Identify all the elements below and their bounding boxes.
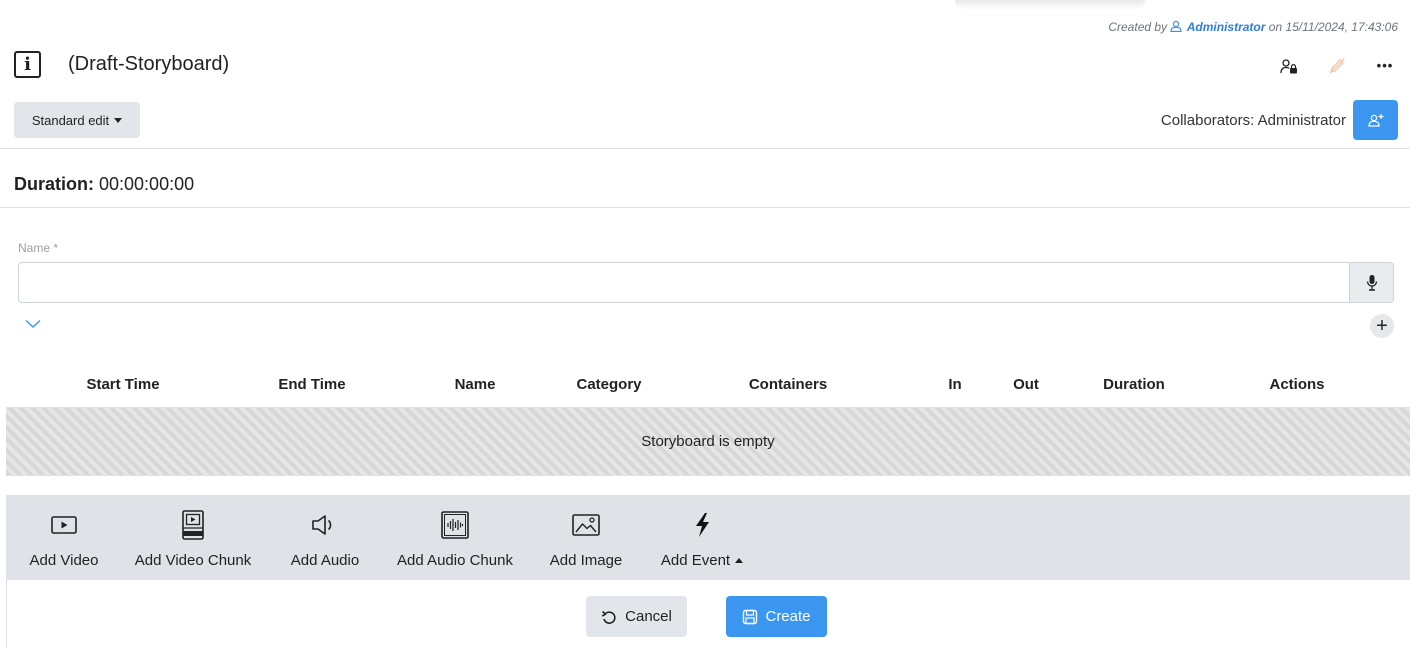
cancel-button[interactable]: Cancel [586, 596, 687, 637]
name-label-text: Name [18, 241, 51, 255]
name-input[interactable] [18, 262, 1394, 303]
user-lock-icon[interactable] [1278, 56, 1300, 76]
voice-input-button[interactable] [1349, 263, 1393, 302]
column-header-in[interactable]: In [948, 376, 961, 393]
info-icon[interactable]: i [14, 51, 41, 78]
add-collaborator-button[interactable] [1353, 100, 1398, 140]
add-event-label-wrap: Add Event [660, 552, 744, 569]
add-audio-chunk-button[interactable]: Add Audio Chunk [390, 495, 520, 580]
required-mark: * [53, 241, 59, 255]
edit-disabled-icon[interactable] [1326, 56, 1348, 76]
empty-message: Storyboard is empty [641, 433, 775, 450]
microphone-icon [1366, 274, 1377, 291]
image-icon [572, 507, 600, 543]
add-audio-label: Add Audio [290, 552, 360, 569]
top-shadow [955, 0, 1145, 10]
add-video-chunk-button[interactable]: Add Video Chunk [130, 495, 256, 580]
column-header-category[interactable]: Category [576, 376, 641, 393]
audio-chunk-icon [441, 507, 469, 543]
duration-display: Duration: 00:00:00:00 [14, 174, 194, 195]
speaker-icon [311, 507, 339, 543]
video-icon [51, 507, 77, 543]
column-header-end-time[interactable]: End Time [278, 376, 345, 393]
divider [6, 580, 7, 648]
info-glyph: i [24, 54, 31, 75]
add-video-button[interactable]: Add Video [26, 495, 102, 580]
column-header-duration[interactable]: Duration [1103, 376, 1165, 393]
create-button[interactable]: Create [726, 596, 827, 637]
video-chunk-icon [181, 507, 205, 543]
table-header: Start Time End Time Name Category Contai… [0, 376, 1410, 400]
add-media-toolbar: Add Video Add Video Chunk Add Audio Add … [6, 495, 1410, 580]
storyboard-empty-state: Storyboard is empty [6, 407, 1410, 476]
cancel-label: Cancel [625, 608, 672, 625]
duration-label: Duration: [14, 174, 94, 194]
duration-value: 00:00:00:00 [99, 174, 195, 194]
more-icon[interactable]: ••• [1374, 56, 1396, 76]
user-icon [1170, 20, 1183, 35]
undo-icon [601, 610, 616, 624]
created-by-user-link[interactable]: Administrator [1187, 20, 1266, 34]
add-image-button[interactable]: Add Image [546, 495, 626, 580]
add-event-dropdown[interactable]: Add Event [652, 495, 752, 580]
column-header-out[interactable]: Out [1013, 376, 1039, 393]
divider [0, 207, 1410, 208]
chevron-down-icon[interactable] [25, 316, 41, 334]
add-audio-chunk-label: Add Audio Chunk [397, 552, 513, 569]
column-header-containers[interactable]: Containers [749, 376, 827, 393]
edit-mode-label: Standard edit [31, 112, 110, 128]
add-user-icon [1367, 114, 1383, 127]
created-by-suffix: on 15/11/2024, 17:43:06 [1268, 20, 1398, 34]
bolt-icon [693, 507, 711, 543]
column-header-actions: Actions [1269, 376, 1325, 393]
column-header-name[interactable]: Name [455, 376, 496, 393]
edit-mode-dropdown[interactable]: Standard edit [14, 102, 140, 138]
add-video-chunk-label: Add Video Chunk [134, 552, 252, 569]
collaborators-label: Collaborators: Administrator [1160, 112, 1346, 129]
add-image-label: Add Image [549, 552, 623, 569]
caret-up-icon [735, 558, 744, 563]
column-header-start-time[interactable]: Start Time [86, 376, 159, 393]
name-field-label: Name * [18, 241, 58, 255]
caret-down-icon [114, 117, 123, 123]
divider [0, 148, 1410, 149]
add-audio-button[interactable]: Add Audio [284, 495, 366, 580]
add-row-button[interactable]: + [1370, 314, 1394, 338]
add-video-label: Add Video [29, 552, 99, 569]
created-by-prefix: Created by [1108, 20, 1168, 34]
created-by-info: Created by Administrator on 15/11/2024, … [1108, 20, 1398, 35]
page-title: (Draft-Storyboard) [68, 53, 230, 75]
create-label: Create [765, 608, 811, 625]
add-event-label: Add Event [660, 552, 731, 569]
save-icon [743, 609, 758, 624]
header-actions: ••• [1278, 56, 1396, 76]
